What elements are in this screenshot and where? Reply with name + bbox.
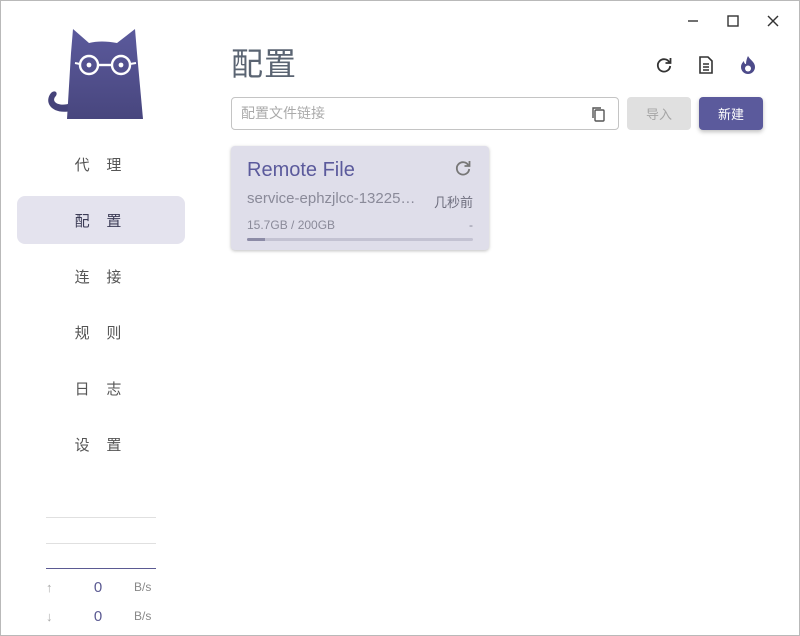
profile-updated-time: 几秒前 [433, 196, 473, 211]
upload-speed-unit: B/s [134, 580, 152, 594]
document-icon[interactable] [694, 53, 718, 77]
refresh-icon[interactable] [652, 53, 676, 77]
profile-expire: - [469, 218, 473, 232]
import-button[interactable]: 导入 [627, 97, 691, 130]
sidebar-nav: 代 理 配 置 连 接 规 则 日 志 设 置 [17, 140, 185, 476]
upload-speed-value: 0 [93, 578, 103, 596]
paste-icon[interactable] [590, 106, 606, 122]
minimize-icon[interactable] [678, 9, 708, 33]
sidebar-item-rules[interactable]: 规 则 [17, 308, 185, 356]
download-speed-value: 0 [93, 607, 103, 625]
sidebar-item-label: 规 则 [74, 323, 128, 342]
close-icon[interactable] [758, 9, 788, 33]
profile-usage: 15.7GB / 200GB [247, 218, 336, 232]
sidebar-item-connections[interactable]: 连 接 [17, 252, 185, 300]
usage-progress-fill [247, 238, 265, 241]
sidebar-item-label: 日 志 [74, 379, 128, 398]
sidebar-item-label: 连 接 [74, 267, 128, 286]
sidebar-item-logs[interactable]: 日 志 [17, 364, 185, 412]
sidebar-item-profiles[interactable]: 配 置 [17, 196, 185, 244]
fire-icon[interactable] [736, 53, 760, 77]
sidebar-item-label: 代 理 [74, 155, 128, 174]
sidebar-item-label: 配 置 [74, 211, 128, 230]
cat-logo-icon [41, 23, 149, 123]
upload-speed: ↑ 0 B/s [46, 577, 158, 597]
sidebar-item-settings[interactable]: 设 置 [17, 420, 185, 468]
profile-subtitle: service-ephzjlcc-13225… [247, 190, 416, 207]
traffic-graph-line [46, 517, 156, 518]
new-profile-button[interactable]: 新建 [699, 97, 763, 130]
page-title: 配置 [231, 45, 298, 83]
usage-progress-bar [247, 238, 473, 241]
arrow-down-icon: ↓ [46, 608, 53, 624]
sidebar-item-proxies[interactable]: 代 理 [17, 140, 185, 188]
sidebar: 代 理 配 置 连 接 规 则 日 志 设 置 ↑ 0 B/s ↓ 0 B/s [1, 1, 201, 636]
download-speed: ↓ 0 B/s [46, 606, 158, 626]
traffic-graph-line [46, 543, 156, 544]
refresh-icon[interactable] [453, 158, 473, 178]
sidebar-item-label: 设 置 [74, 435, 128, 454]
profile-url-field[interactable] [231, 97, 619, 130]
profile-card[interactable]: Remote File service-ephzjlcc-13225… 几秒前 … [231, 146, 489, 250]
profile-title: Remote File [247, 159, 355, 181]
arrow-up-icon: ↑ [46, 579, 53, 595]
profile-url-input[interactable] [241, 98, 581, 129]
app-window: 代 理 配 置 连 接 规 则 日 志 设 置 ↑ 0 B/s ↓ 0 B/s … [0, 0, 800, 636]
traffic-graph-baseline [46, 568, 156, 569]
download-speed-unit: B/s [134, 609, 152, 623]
maximize-icon[interactable] [718, 9, 748, 33]
